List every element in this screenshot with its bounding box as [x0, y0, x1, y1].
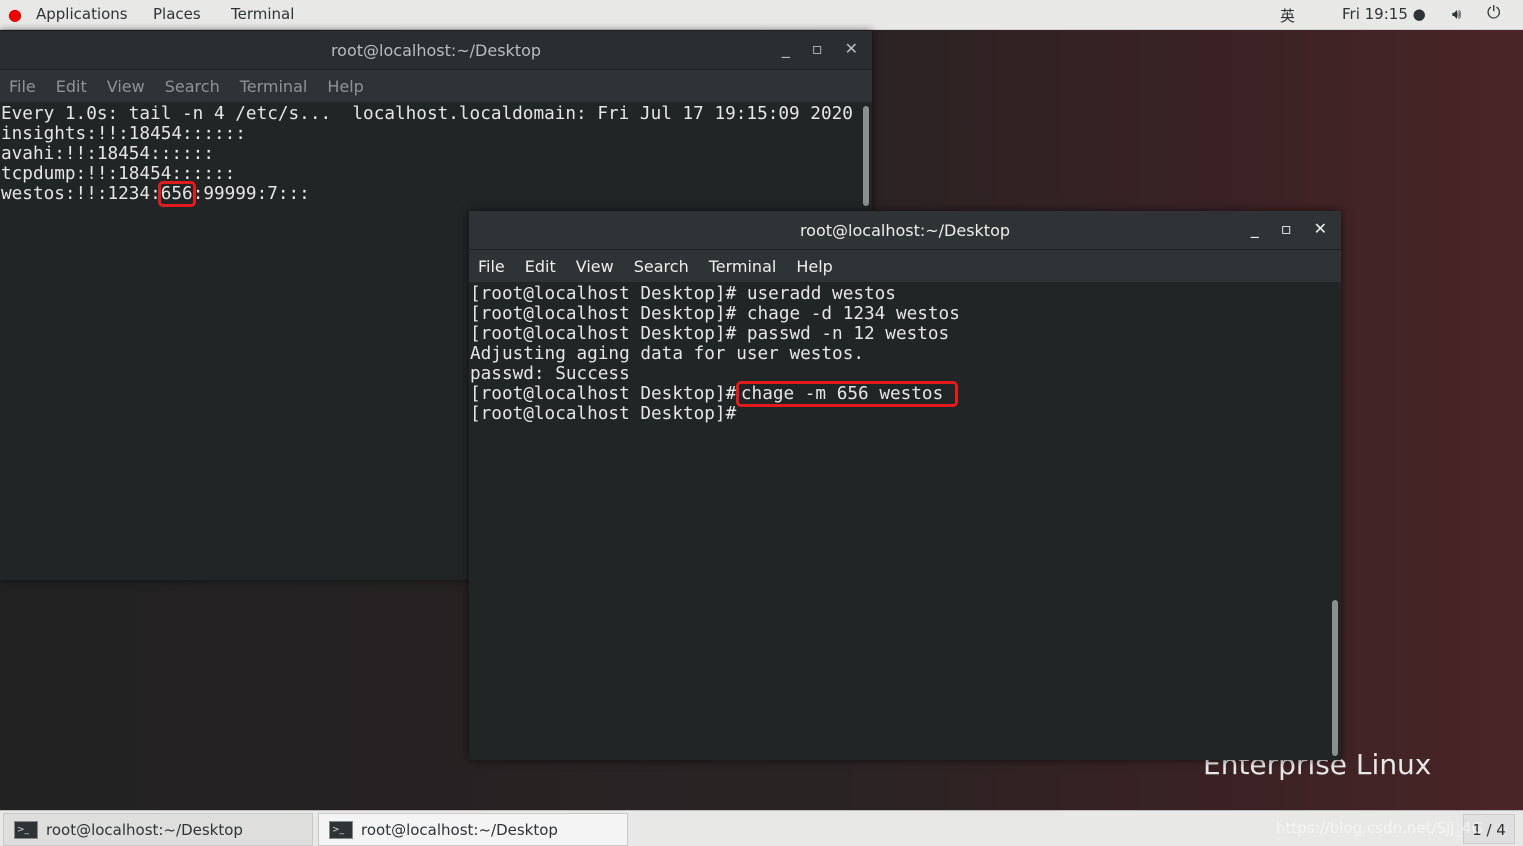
menu-search[interactable]: Search: [634, 257, 689, 276]
menu-edit[interactable]: Edit: [56, 77, 87, 96]
menu-view[interactable]: View: [107, 77, 145, 96]
menu-bar: File Edit View Search Terminal Help: [469, 250, 1341, 282]
prompt: [root@localhost Desktop]#: [470, 404, 737, 424]
title-bar[interactable]: root@localhost:~/Desktop _ ▫ ✕: [0, 31, 872, 70]
power-icon[interactable]: ⏻: [1487, 3, 1500, 23]
term-line: [root@localhost Desktop]# useradd westos: [470, 284, 896, 304]
terminal-menu[interactable]: Terminal: [231, 5, 294, 23]
menu-help[interactable]: Help: [796, 257, 832, 276]
title-bar[interactable]: root@localhost:~/Desktop _ ▫ ✕: [469, 211, 1341, 250]
highlight-box: 656: [157, 181, 196, 207]
menu-file[interactable]: File: [478, 257, 505, 276]
close-icon[interactable]: ✕: [845, 39, 858, 58]
taskbar-item[interactable]: >_ root@localhost:~/Desktop: [318, 813, 628, 846]
top-bar: ● Applications Places Terminal 英 Fri 19:…: [0, 0, 1523, 30]
prompt: [root@localhost Desktop]#: [470, 384, 737, 404]
front-terminal-window[interactable]: root@localhost:~/Desktop _ ▫ ✕ File Edit Vie…: [469, 211, 1341, 760]
terminal-icon: >_: [14, 820, 38, 839]
menu-edit[interactable]: Edit: [525, 257, 556, 276]
minimize-icon[interactable]: _: [782, 39, 790, 58]
scrollbar[interactable]: [863, 106, 869, 206]
minimize-icon[interactable]: _: [1251, 219, 1259, 238]
text: :99999:7:::: [192, 184, 310, 204]
close-icon[interactable]: ✕: [1314, 219, 1327, 238]
input-method[interactable]: 英: [1280, 5, 1295, 26]
menu-bar: File Edit View Search Terminal Help: [0, 70, 872, 102]
watermark: https://blog.csdn.net/Sjj_4G: [1276, 819, 1483, 837]
term-line: insights:!!:18454::::::: [1, 124, 246, 144]
term-line: tcpdump:!!:18454::::::: [1, 164, 236, 184]
term-line: avahi:!!:18454::::::: [1, 144, 214, 164]
term-line: Every 1.0s: tail -n 4 /etc/s... localhos…: [1, 104, 853, 124]
terminal-output[interactable]: [root@localhost Desktop]# useradd westos…: [469, 282, 1341, 760]
window-title: root@localhost:~/Desktop: [799, 220, 1011, 240]
terminal-icon: >_: [329, 820, 353, 839]
taskbar-item[interactable]: >_ root@localhost:~/Desktop: [3, 813, 313, 846]
volume-icon[interactable]: 🔊︎: [1452, 5, 1461, 23]
window-title: root@localhost:~/Desktop: [330, 40, 542, 60]
text: westos:!!:1234:: [1, 184, 161, 204]
menu-search[interactable]: Search: [165, 77, 220, 96]
places-menu[interactable]: Places: [153, 5, 201, 23]
maximize-icon[interactable]: ▫: [812, 39, 823, 58]
term-line: Adjusting aging data for user westos.: [470, 344, 865, 364]
term-line: [root@localhost Desktop]# chage -d 1234 …: [470, 304, 960, 324]
menu-view[interactable]: View: [576, 257, 614, 276]
applications-menu[interactable]: Applications: [36, 5, 128, 23]
redhat-icon: ●: [8, 5, 22, 24]
menu-file[interactable]: File: [9, 77, 36, 96]
term-line: westos:!!:1234:656:99999:7:::: [1, 181, 872, 207]
term-line: passwd: Success: [470, 364, 630, 384]
term-line: [root@localhost Desktop]# chage -m 656 w…: [470, 381, 1341, 407]
taskbar: >_ root@localhost:~/Desktop >_ root@localh…: [0, 810, 1523, 846]
menu-terminal[interactable]: Terminal: [709, 257, 777, 276]
menu-help[interactable]: Help: [327, 77, 363, 96]
menu-terminal[interactable]: Terminal: [240, 77, 308, 96]
taskbar-label: root@localhost:~/Desktop: [46, 820, 243, 839]
maximize-icon[interactable]: ▫: [1281, 219, 1292, 238]
highlight-box: chage -m 656 westos: [735, 381, 959, 407]
term-line: [root@localhost Desktop]# passwd -n 12 w…: [470, 324, 950, 344]
taskbar-label: root@localhost:~/Desktop: [361, 820, 558, 839]
clock[interactable]: Fri 19:15 ●: [1342, 5, 1426, 23]
scrollbar[interactable]: [1332, 600, 1338, 756]
